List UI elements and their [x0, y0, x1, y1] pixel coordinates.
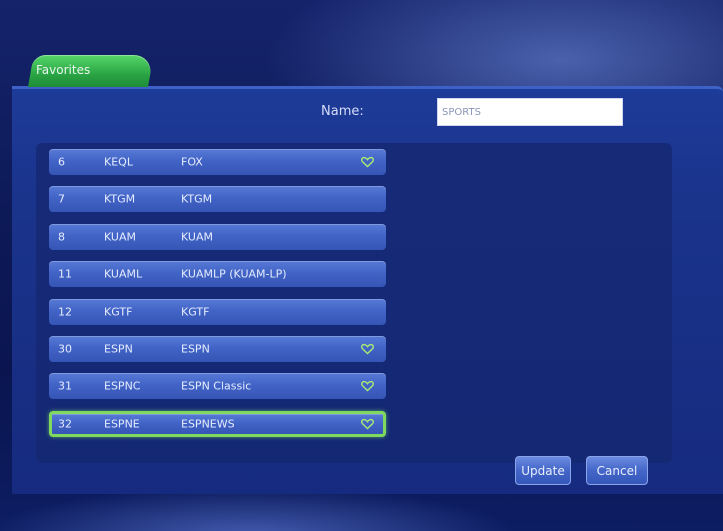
name-label: Name:: [321, 104, 364, 119]
channel-callsign: ESPN: [104, 342, 133, 356]
channel-callsign: KGTF: [104, 305, 133, 319]
channel-row[interactable]: 11 KUAML KUAMLP (KUAM-LP): [49, 261, 386, 287]
channel-row[interactable]: 6 KEQL FOX: [49, 149, 386, 175]
heart-icon[interactable]: [361, 343, 374, 355]
channel-number: 6: [58, 155, 65, 169]
channel-number: 30: [58, 342, 72, 356]
channel-number: 7: [58, 192, 65, 206]
channel-row[interactable]: 31 ESPNC ESPN Classic: [49, 373, 386, 399]
channel-name: FOX: [181, 155, 203, 169]
channel-row[interactable]: 12 KGTF KGTF: [49, 299, 386, 325]
channel-name: KTGM: [181, 192, 213, 206]
update-button[interactable]: Update: [515, 456, 571, 485]
channel-row[interactable]: 32 ESPNE ESPNEWS: [49, 411, 386, 437]
channel-number: 11: [58, 267, 72, 281]
channel-name: ESPNEWS: [181, 417, 235, 431]
name-input[interactable]: [437, 98, 623, 126]
channel-name: KUAM: [181, 230, 213, 244]
heart-icon[interactable]: [361, 156, 374, 168]
channel-row[interactable]: 30 ESPN ESPN: [49, 336, 386, 362]
channel-callsign: ESPNE: [104, 417, 140, 431]
channel-callsign: KUAM: [104, 230, 136, 244]
channel-name: KUAMLP (KUAM-LP): [181, 267, 287, 281]
channel-name: KGTF: [181, 305, 210, 319]
channel-number: 12: [58, 305, 72, 319]
channel-number: 31: [58, 379, 72, 393]
channel-row[interactable]: 7 KTGM KTGM: [49, 186, 386, 212]
channel-number: 32: [58, 417, 72, 431]
channel-callsign: KTGM: [104, 192, 136, 206]
channel-callsign: ESPNC: [104, 379, 141, 393]
heart-icon[interactable]: [361, 418, 374, 430]
channel-row[interactable]: 8 KUAM KUAM: [49, 224, 386, 250]
tab-favorites-label[interactable]: Favorites: [36, 63, 90, 77]
channel-number: 8: [58, 230, 65, 244]
channel-callsign: KUAML: [104, 267, 143, 281]
channel-name: ESPN: [181, 342, 210, 356]
cancel-button[interactable]: Cancel: [586, 456, 648, 485]
channel-callsign: KEQL: [104, 155, 133, 169]
heart-icon[interactable]: [361, 380, 374, 392]
channel-name: ESPN Classic: [181, 379, 252, 393]
